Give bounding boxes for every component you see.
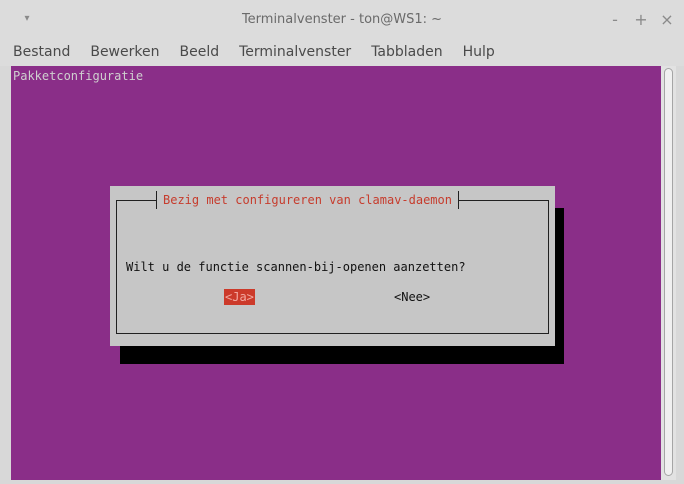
terminal-window: ▾ Terminalvenster - ton@WS1: ~ - + × Bes…: [0, 0, 684, 484]
vertical-scrollbar[interactable]: [661, 66, 676, 480]
minimize-icon[interactable]: -: [608, 10, 622, 29]
menubar: Bestand Bewerken Beeld Terminalvenster T…: [0, 38, 684, 66]
yes-button[interactable]: <Ja>: [224, 289, 255, 305]
close-icon[interactable]: ×: [660, 10, 674, 29]
menu-beeld[interactable]: Beeld: [179, 44, 219, 60]
terminal-area[interactable]: Pakketconfiguratie Bezig met configurere…: [11, 66, 661, 480]
chevron-down-icon[interactable]: ▾: [20, 11, 34, 25]
no-button[interactable]: <Nee>: [394, 289, 430, 305]
dialog-question: Wilt u de functie scannen-bij-openen aan…: [126, 260, 466, 274]
terminal-header: Pakketconfiguratie: [13, 69, 144, 83]
menu-hulp[interactable]: Hulp: [463, 44, 495, 60]
scrollbar-thumb[interactable]: [664, 68, 673, 476]
configuration-dialog: Bezig met configureren van clamav-daemon…: [110, 186, 555, 346]
window-controls: - + ×: [608, 10, 674, 29]
menu-terminalvenster[interactable]: Terminalvenster: [239, 44, 351, 60]
window-titlebar[interactable]: ▾ Terminalvenster - ton@WS1: ~ - + ×: [0, 0, 684, 38]
maximize-icon[interactable]: +: [634, 10, 648, 29]
menu-bewerken[interactable]: Bewerken: [90, 44, 159, 60]
dialog-title: Bezig met configureren van clamav-daemon: [156, 191, 459, 209]
menu-tabbladen[interactable]: Tabbladen: [371, 44, 442, 60]
window-title: Terminalvenster - ton@WS1: ~: [241, 11, 443, 27]
menu-bestand[interactable]: Bestand: [13, 44, 70, 60]
